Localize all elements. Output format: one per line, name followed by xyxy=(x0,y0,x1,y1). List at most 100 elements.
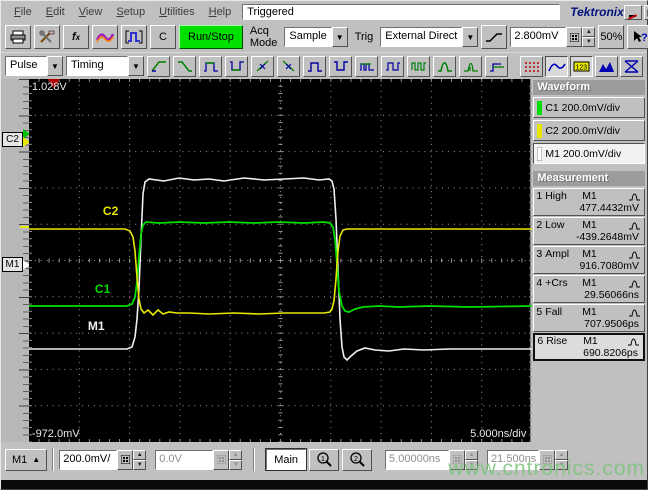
help-cursor-icon: ? xyxy=(634,31,648,44)
negative-crossing-button[interactable] xyxy=(277,55,300,77)
svg-text:2: 2 xyxy=(354,456,358,463)
chevron-down-icon[interactable]: ▼ xyxy=(462,27,479,47)
measurement-row-ampl[interactable]: 3 Ampl M1 916.7080mV xyxy=(533,246,645,274)
trace-c2 xyxy=(28,228,532,317)
tektronix-logo: Tektronix xyxy=(570,5,638,20)
m1-waveform-button[interactable]: M1 200.0mV/div xyxy=(533,143,645,164)
menu-bar: File Edit View Setup Utilities Help Trig… xyxy=(1,1,648,22)
watermark: www.cntronics.com xyxy=(448,457,645,480)
increment-button[interactable]: ▲ xyxy=(133,449,147,460)
pulse-definition-button[interactable] xyxy=(121,25,147,49)
acq-mode-select[interactable]: Sample ▼ xyxy=(284,27,348,47)
m1-trace-label: M1 xyxy=(87,319,105,333)
histogram-display-button[interactable] xyxy=(595,55,618,77)
fall-time-button[interactable] xyxy=(173,55,196,77)
vertical-scale-field[interactable]: 200.0mV/ xyxy=(59,449,118,470)
measurement-row-low[interactable]: 2 Low M1 -439.2648mV xyxy=(533,217,645,245)
top-voltage-label: 1.028V xyxy=(31,81,67,93)
svg-text:123: 123 xyxy=(576,64,588,71)
positive-crossing-button[interactable] xyxy=(251,55,274,77)
chevron-down-icon[interactable]: ▼ xyxy=(128,56,144,76)
graticule[interactable]: 1.028V -972.0mV 5.000ns/div C2 C1 M1 xyxy=(28,79,532,442)
rise-time-button[interactable] xyxy=(147,55,170,77)
measure-category-select[interactable]: Pulse ▼ xyxy=(5,56,63,76)
measurement-row-rise[interactable]: 6 Rise M1 690.8206ps xyxy=(533,333,645,361)
positive-width-button[interactable] xyxy=(199,55,222,77)
measure-group-select[interactable]: Timing ▼ xyxy=(66,56,144,76)
trigger-level-spinner[interactable]: 2.800mV ▲ ▼ xyxy=(510,27,596,47)
right-control-panel: Waveform C1 200.0mV/div C2 200.0mV/div M… xyxy=(530,79,647,442)
pulse-icon xyxy=(629,251,640,258)
rising-slope-icon xyxy=(486,33,503,42)
keypad-icon[interactable] xyxy=(566,27,583,47)
clear-button[interactable]: C xyxy=(150,25,176,49)
measurement-row-pcrs[interactable]: 4 +Crs M1 29.56066ns xyxy=(533,275,645,303)
restore-button[interactable] xyxy=(643,4,648,20)
vertical-scale-spinner[interactable]: 200.0mV/ ▲ ▼ xyxy=(59,449,147,470)
cursors-button[interactable] xyxy=(520,55,543,77)
bottom-voltage-label: -972.0mV xyxy=(31,428,80,440)
negative-width-button[interactable] xyxy=(225,55,248,77)
utility-tools-button[interactable] xyxy=(34,25,60,49)
measurement-row-high[interactable]: 1 High M1 477.4432mV xyxy=(533,188,645,216)
set-level-50-button[interactable]: 50% xyxy=(598,25,625,49)
zoom2-button[interactable]: 2 xyxy=(342,448,373,471)
fx-icon: fx xyxy=(71,31,81,43)
measurement-row-fall[interactable]: 5 Fall M1 707.9506ps xyxy=(533,304,645,332)
svg-text:1: 1 xyxy=(321,456,325,463)
positive-duty-button[interactable] xyxy=(381,55,404,77)
c2-waveform-button[interactable]: C2 200.0mV/div xyxy=(533,120,645,141)
printer-icon xyxy=(10,30,26,44)
window-bottom-edge xyxy=(1,480,647,489)
trigger-slope-button[interactable] xyxy=(481,25,508,49)
pulse-icon xyxy=(628,338,639,345)
settle-time-button[interactable] xyxy=(485,55,508,77)
period-button[interactable] xyxy=(407,55,430,77)
negative-overshoot-button[interactable] xyxy=(459,55,482,77)
decrement-button[interactable]: ▼ xyxy=(133,459,147,470)
scope-display-area: C2 M1 1.028V -972.0mV 5.000ns/div C2 C1 … xyxy=(1,79,647,442)
m1-channel-marker[interactable]: M1 xyxy=(2,257,30,272)
zoom1-button[interactable]: 1 xyxy=(309,448,340,471)
positive-overshoot-button[interactable] xyxy=(433,55,456,77)
keypad-icon[interactable] xyxy=(117,449,134,470)
keypad-icon xyxy=(213,449,230,470)
menu-file[interactable]: File xyxy=(7,5,39,19)
measurement-display-button[interactable]: 123 xyxy=(570,55,593,77)
positive-pulse-button[interactable] xyxy=(303,55,326,77)
menu-help[interactable]: Help xyxy=(202,5,239,19)
magnifier-2-icon: 2 xyxy=(349,451,365,467)
increment-button: ▲ xyxy=(229,449,243,460)
tools-icon xyxy=(39,30,55,43)
c1-trace-label: C1 xyxy=(94,282,111,296)
horizontal-mode-button[interactable]: Main xyxy=(265,448,308,471)
increment-button[interactable]: ▲ xyxy=(582,27,596,37)
menu-utilities[interactable]: Utilities xyxy=(152,5,201,19)
channel-select-button[interactable]: M1 ▲ xyxy=(5,448,48,471)
menu-setup[interactable]: Setup xyxy=(109,5,152,19)
burst-width-button[interactable] xyxy=(355,55,378,77)
waveform-database-button[interactable] xyxy=(92,25,118,49)
trigger-source-select[interactable]: External Direct ▼ xyxy=(380,27,479,47)
print-button[interactable] xyxy=(5,25,31,49)
main-toolbar: fx C Run/Stop Acq Mode Sample ▼ Trig Ext… xyxy=(1,22,648,52)
app-window: File Edit View Setup Utilities Help Trig… xyxy=(0,0,648,490)
chevron-down-icon[interactable]: ▼ xyxy=(47,56,63,76)
waveform-display-button[interactable] xyxy=(545,55,568,77)
decrement-button[interactable]: ▼ xyxy=(582,37,596,47)
chevron-down-icon[interactable]: ▼ xyxy=(331,27,348,47)
run-stop-button[interactable]: Run/Stop xyxy=(179,25,243,49)
measurement-panel-header: Measurement xyxy=(533,171,645,186)
menu-edit[interactable]: Edit xyxy=(39,5,72,19)
menu-view[interactable]: View xyxy=(72,5,110,19)
pulse-icon xyxy=(629,309,640,316)
trig-label: Trig xyxy=(354,31,374,43)
trigger-level-field[interactable]: 2.800mV xyxy=(510,27,567,47)
c1-waveform-button[interactable]: C1 200.0mV/div xyxy=(533,97,645,118)
math-function-button[interactable]: fx xyxy=(63,25,89,49)
negative-pulse-button[interactable] xyxy=(329,55,352,77)
c2-channel-marker[interactable]: C2 xyxy=(2,129,30,147)
mask-display-button[interactable] xyxy=(620,55,643,77)
context-help-button[interactable]: ? xyxy=(627,25,648,49)
decrement-button: ▼ xyxy=(229,459,243,470)
